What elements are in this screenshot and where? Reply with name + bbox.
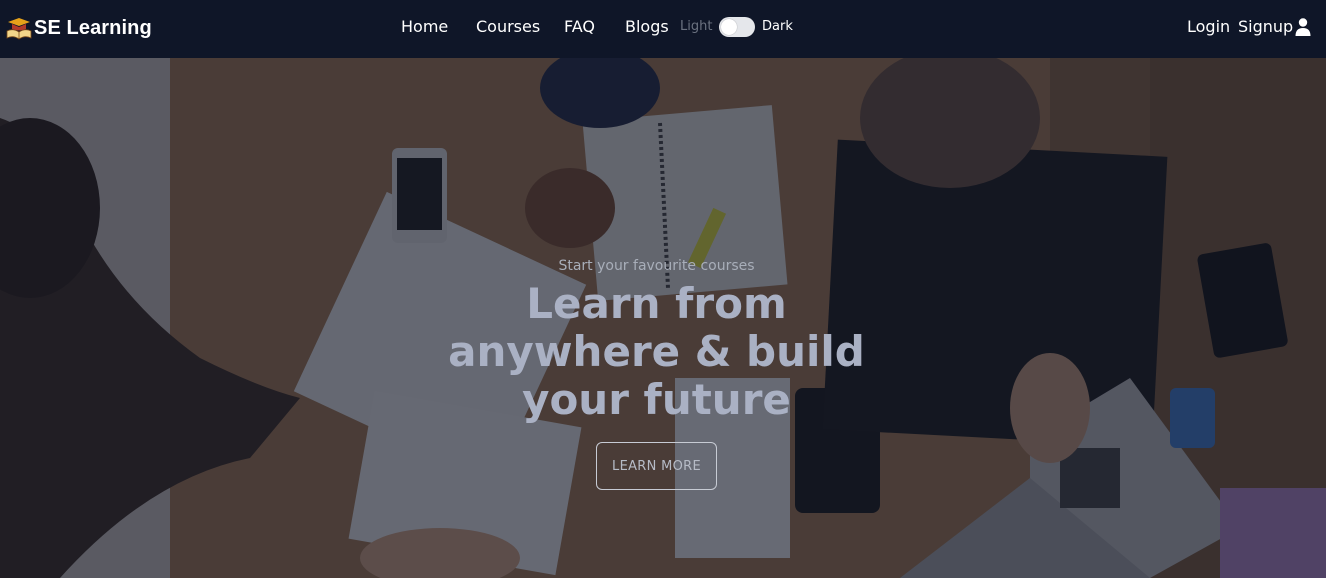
hero-title: Learn from anywhere & build your future xyxy=(0,280,1313,424)
signup-link[interactable]: Signup xyxy=(1238,17,1293,36)
graduation-book-icon xyxy=(6,16,32,40)
navbar: SE Learning Home Courses FAQ Blogs Light… xyxy=(0,0,1326,58)
hero-title-line: your future xyxy=(522,375,791,424)
hero-title-line: anywhere & build xyxy=(448,327,865,376)
theme-toggle[interactable] xyxy=(719,17,755,37)
learn-more-button[interactable]: LEARN MORE xyxy=(596,442,717,490)
brand-name: SE Learning xyxy=(34,16,152,39)
nav-blogs[interactable]: Blogs xyxy=(625,17,669,36)
nav-faq[interactable]: FAQ xyxy=(564,17,595,36)
login-link[interactable]: Login xyxy=(1187,17,1230,36)
theme-dark-label: Dark xyxy=(762,19,793,34)
theme-light-label: Light xyxy=(680,19,713,34)
hero-subtitle: Start your favourite courses xyxy=(558,258,755,274)
nav-courses[interactable]: Courses xyxy=(476,17,540,36)
toggle-knob xyxy=(721,19,737,35)
brand-link[interactable]: SE Learning xyxy=(6,14,152,42)
user-icon[interactable] xyxy=(1295,18,1311,36)
nav-home[interactable]: Home xyxy=(401,17,448,36)
hero-section: Start your favourite courses Learn from … xyxy=(0,58,1326,578)
hero-title-line: Learn from xyxy=(526,279,787,328)
